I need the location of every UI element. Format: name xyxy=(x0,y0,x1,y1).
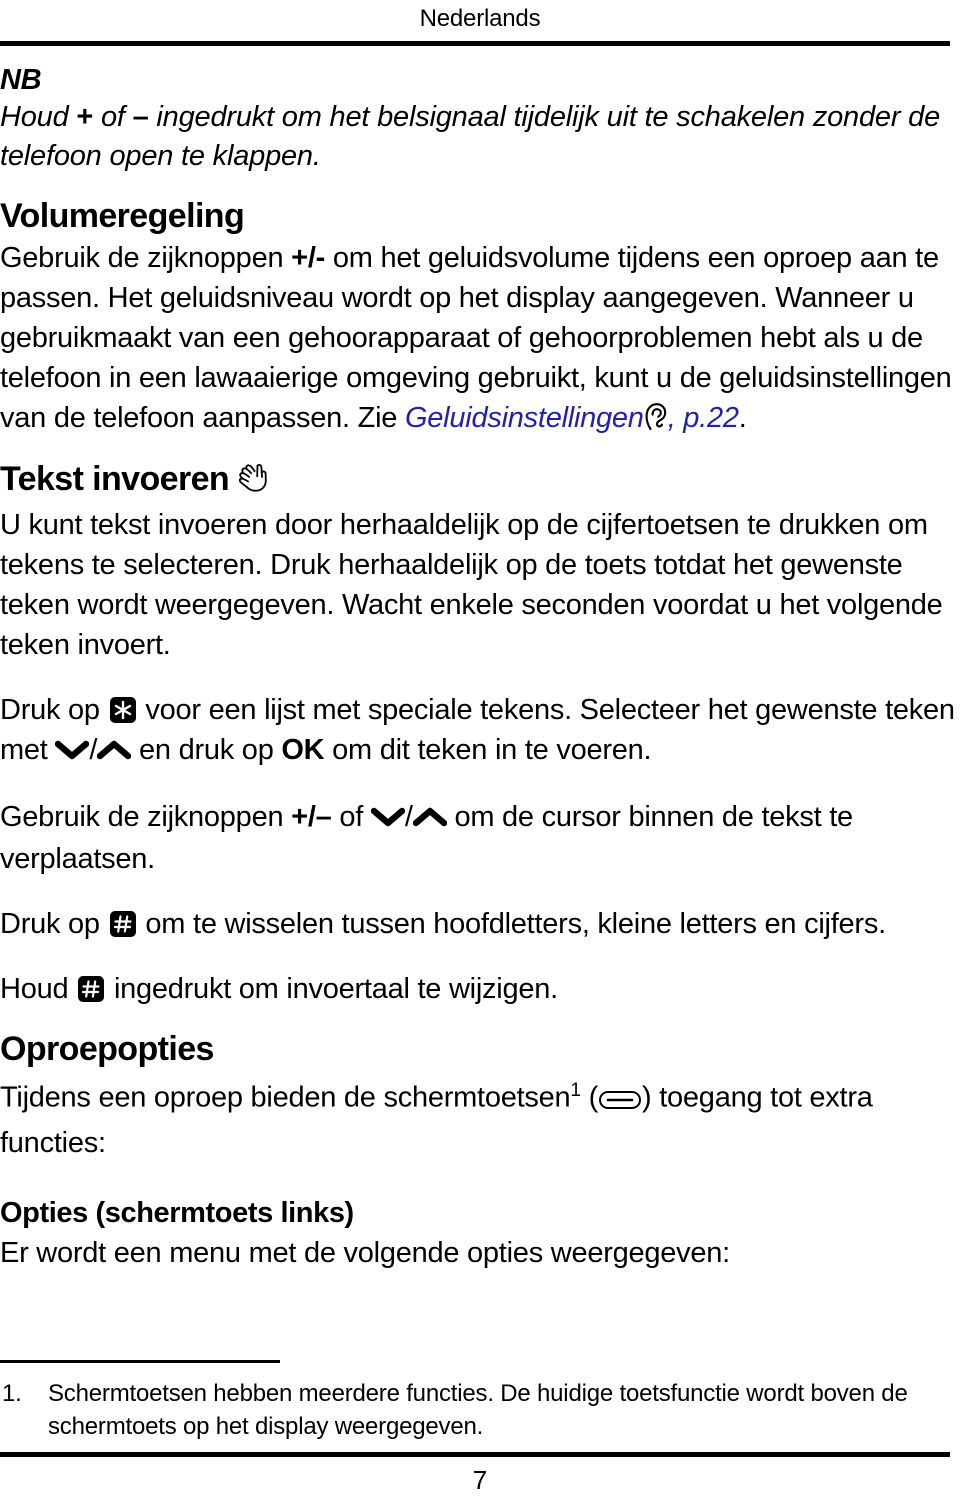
text-entry-4-b: om te wisselen tussen hoofdletters, klei… xyxy=(137,908,886,940)
volume-text-a: Gebruik de zijknoppen xyxy=(0,242,292,274)
heading-volumeregeling: Volumeregeling xyxy=(0,197,245,235)
header-rule xyxy=(0,41,950,46)
text-entry-2-a: Druk op xyxy=(0,694,108,726)
paragraph-text-entry-5: Houd ingedrukt om invoertaal te wijzigen… xyxy=(0,969,955,1009)
cross-reference-link[interactable]: Geluidsinstellingen xyxy=(405,402,644,434)
hash-key-icon xyxy=(109,911,136,937)
chevron-up-icon xyxy=(97,732,132,772)
plus-key-label: + xyxy=(76,101,94,133)
minus-key-label: – xyxy=(132,101,149,133)
text-entry-3-b: of xyxy=(331,801,371,833)
softkey-icon xyxy=(598,1083,642,1123)
footnote-separator xyxy=(0,1360,280,1363)
sidekeys-label: +/– xyxy=(291,801,332,833)
heading-oproepopties: Oproepopties xyxy=(0,1030,214,1068)
page-number: 7 xyxy=(472,1465,488,1495)
document-page: Nederlands NB Houd + of – ingedrukt om h… xyxy=(0,0,960,1501)
text-entry-5-a: Houd xyxy=(0,973,77,1005)
text-entry-2-c: en druk op xyxy=(131,734,282,766)
footnote-area: 1. Schermtoetsen hebben meerdere functies… xyxy=(0,1360,955,1443)
paragraph-text-entry-2: Druk op voor een lijst met speciale teke… xyxy=(0,690,955,772)
footnote-text: Schermtoetsen hebben meerdere functies. … xyxy=(48,1380,908,1440)
running-header: Nederlands xyxy=(419,5,541,32)
note-text-b: of xyxy=(93,101,133,133)
paragraph-oproepopties: Tijdens een oproep bieden de schermtoets… xyxy=(0,1071,955,1163)
text-entry-2-d: om dit teken in te voeren. xyxy=(324,734,652,766)
paragraph-text-entry-1: U kunt tekst invoeren door herhaaldelijk… xyxy=(0,509,943,661)
note-body: Houd + of – ingedrukt om het belsignaal … xyxy=(0,98,955,176)
ear-icon xyxy=(644,402,668,443)
call-options-intro-b: ( xyxy=(580,1081,599,1114)
hash-key-icon xyxy=(78,976,105,1002)
call-options-intro-a: Tijdens een oproep bieden de schermtoets… xyxy=(0,1081,571,1114)
paragraph-text-entry-4: Druk op om te wisselen tussen hoofdlette… xyxy=(0,904,955,944)
footer-rule xyxy=(0,1452,950,1457)
ok-key-label: OK xyxy=(281,734,325,766)
volume-text-end: . xyxy=(738,402,747,434)
text-entry-4-a: Druk op xyxy=(0,908,108,940)
hand-icon xyxy=(237,461,271,505)
chevron-down-icon xyxy=(55,732,90,772)
chevron-separator-1: / xyxy=(89,734,98,766)
footnote-number: 1. xyxy=(2,1380,22,1407)
chevron-up-icon xyxy=(412,799,447,839)
cross-reference-page[interactable]: , p.22 xyxy=(668,402,739,434)
footnote-marker: 1 xyxy=(570,1080,581,1101)
paragraph-volumeregeling: Gebruik de zijknoppen +/- om het geluids… xyxy=(0,238,955,443)
note-label: NB xyxy=(0,64,42,96)
footnote-item: 1. Schermtoetsen hebben meerdere functies… xyxy=(0,1377,955,1443)
heading-tekst-invoeren-label: Tekst invoeren xyxy=(0,460,230,498)
heading-tekst-invoeren: Tekst invoeren xyxy=(0,457,955,505)
paragraph-opties-schermtoets-links: Er wordt een menu met de volgende opties… xyxy=(0,1236,730,1269)
body-column: NB Houd + of – ingedrukt om het belsigna… xyxy=(0,62,955,1273)
heading-opties-schermtoets-links: Opties (schermtoets links) xyxy=(0,1196,354,1229)
volume-keys-label: +/- xyxy=(291,242,326,274)
text-entry-3-a: Gebruik de zijknoppen xyxy=(0,801,292,833)
paragraph-text-entry-3: Gebruik de zijknoppen +/– of / om de cur… xyxy=(0,797,955,879)
star-key-icon xyxy=(109,697,136,723)
chevron-separator-2: / xyxy=(404,801,413,833)
chevron-down-icon xyxy=(370,799,406,839)
text-entry-5-b: ingedrukt om invoertaal te wijzigen. xyxy=(106,973,558,1005)
note-text-a: Houd xyxy=(0,101,77,133)
